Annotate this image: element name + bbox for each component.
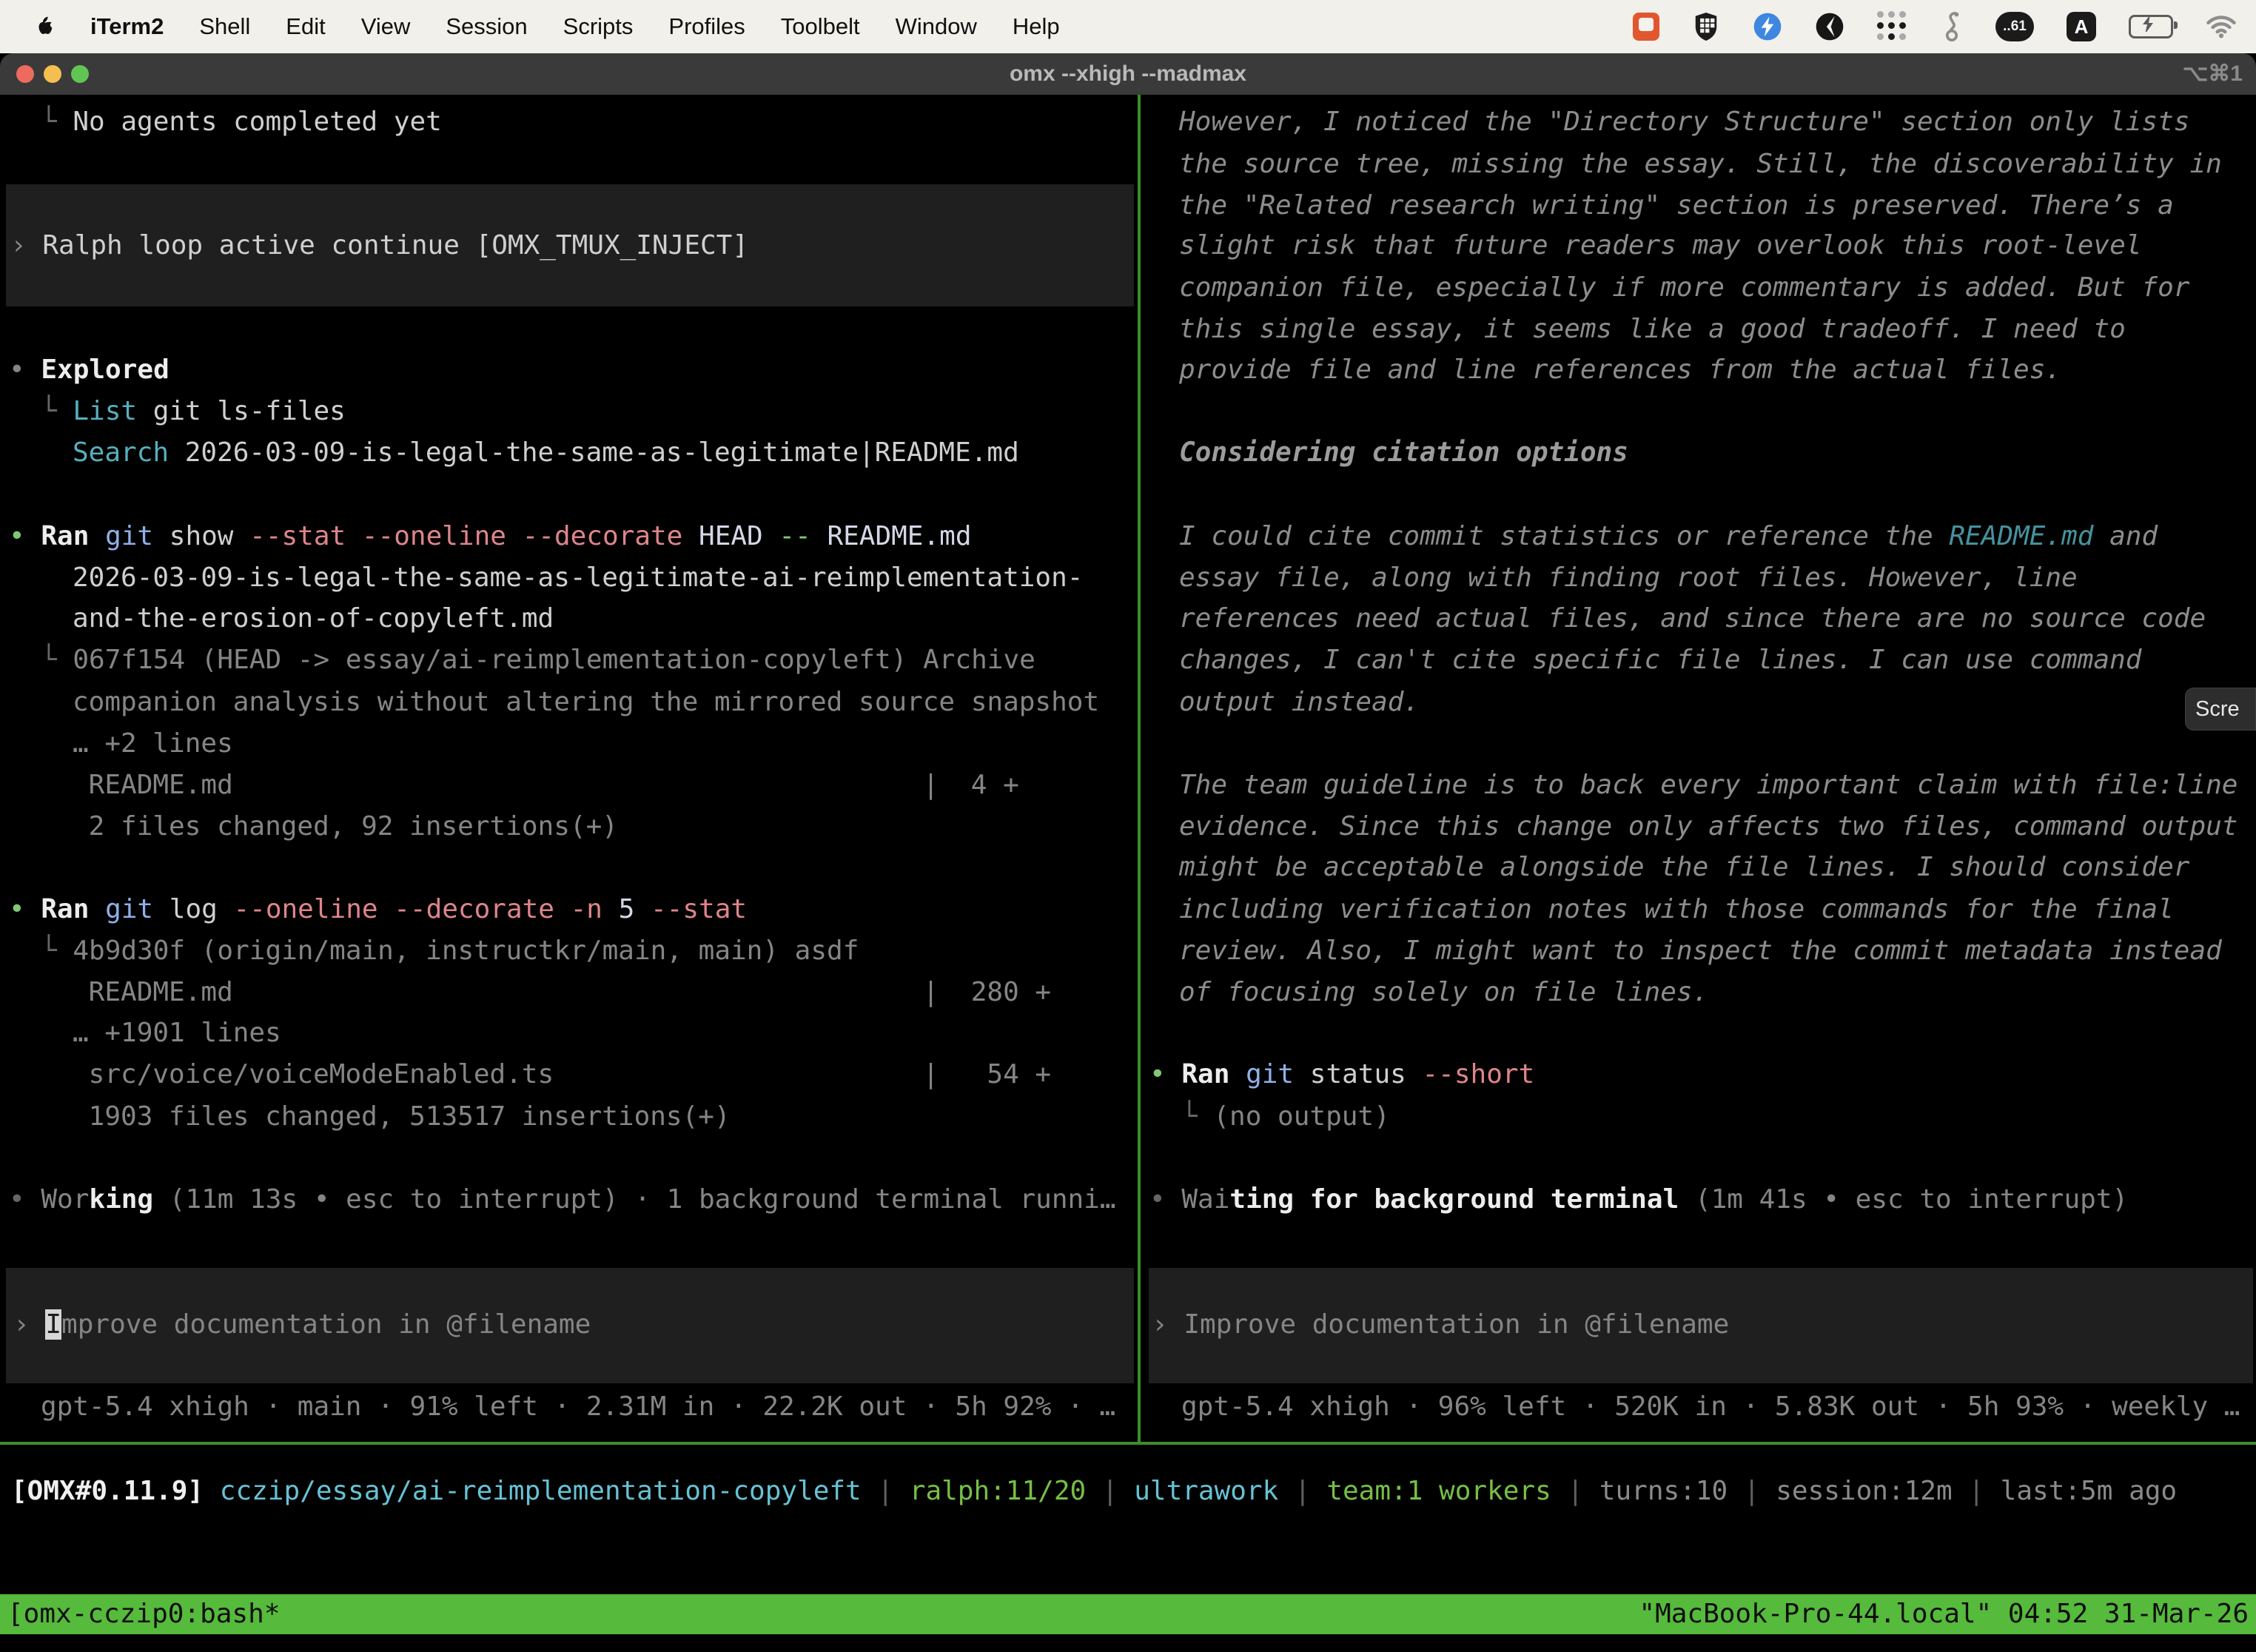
percent-badge[interactable]: ..61 bbox=[1995, 12, 2034, 41]
record-icon[interactable] bbox=[1815, 12, 1844, 41]
menu-items: iTerm2 Shell Edit View Session Scripts Profile… bbox=[55, 13, 1060, 40]
macos-menu-bar: iTerm2 Shell Edit View Session Scripts Profile… bbox=[0, 0, 2256, 53]
input-source-badge[interactable]: A bbox=[2067, 12, 2096, 41]
ran-command: • Ran git show --stat --oneline --decora… bbox=[9, 516, 972, 557]
menu-view[interactable]: View bbox=[361, 13, 411, 40]
thinking-text: However, I noticed the "Directory Struct… bbox=[1179, 101, 2189, 143]
apple-menu-icon[interactable] bbox=[33, 13, 55, 40]
thinking-text: evidence. Since this change only affects… bbox=[1179, 806, 2237, 847]
command-output: └ (no output) bbox=[1181, 1096, 1390, 1138]
command-output: … +1901 lines bbox=[73, 1013, 281, 1054]
screen-share-overlay[interactable]: Scre bbox=[2185, 688, 2256, 731]
menu-scripts[interactable]: Scripts bbox=[563, 13, 634, 40]
thinking-text: output instead. bbox=[1179, 682, 1420, 723]
battery-icon[interactable] bbox=[2129, 15, 2173, 38]
hook-icon[interactable] bbox=[1941, 10, 1963, 43]
prompt-input: › Improve documentation in @filename bbox=[13, 1304, 591, 1346]
thinking-text: provide file and line references from th… bbox=[1179, 349, 2061, 391]
minimize-button[interactable] bbox=[44, 65, 61, 83]
command-arg-wrap: and-the-erosion-of-copyleft.md bbox=[73, 598, 554, 639]
screen-share-overlay-label: Scre bbox=[2195, 688, 2240, 730]
history-entry: › Ralph loop active continue [OMX_TMUX_I… bbox=[10, 225, 748, 266]
tmux-host-clock: "MacBook-Pro-44.local" 04:52 31-Mar-26 bbox=[1639, 1594, 2249, 1635]
waiting-status: • Waiting for background terminal (1m 41… bbox=[1149, 1179, 2128, 1220]
menu-edit[interactable]: Edit bbox=[286, 13, 325, 40]
thinking-text: the "Related research writing" section i… bbox=[1179, 185, 2174, 226]
chat-icon[interactable] bbox=[1633, 13, 1659, 41]
thinking-heading: Considering citation options bbox=[1179, 432, 1628, 474]
window-title-bar: omx --xhigh --madmax ⌥⌘1 bbox=[0, 53, 2256, 95]
tmux-session-label: [omx-cczip0:bash* bbox=[7, 1594, 280, 1635]
status-line: gpt-5.4 xhigh · 96% left · 520K in · 5.8… bbox=[1181, 1386, 2240, 1428]
tmux-status-bar: [omx-cczip0:bash* "MacBook-Pro-44.local"… bbox=[0, 1594, 2256, 1634]
prompt-input: › Improve documentation in @filename bbox=[1152, 1304, 1729, 1346]
command-output: src/voice/voiceModeEnabled.ts | 54 + bbox=[73, 1054, 1051, 1095]
thinking-text: review. Also, I might want to inspect th… bbox=[1179, 930, 2222, 972]
command-output: 2 files changed, 92 insertions(+) bbox=[73, 806, 618, 847]
menu-window[interactable]: Window bbox=[896, 13, 977, 40]
terminal-content: └ No agents completed yet › Ralph loop ac… bbox=[0, 95, 2256, 1652]
wifi-icon[interactable] bbox=[2206, 14, 2237, 39]
command-output: companion analysis without altering the … bbox=[73, 682, 1099, 723]
window-shortcut-hint: ⌥⌘1 bbox=[2183, 53, 2243, 95]
command-arg-wrap: 2026-03-09-is-legal-the-same-as-legitima… bbox=[73, 557, 1083, 599]
close-button[interactable] bbox=[16, 65, 34, 83]
command-output: └ 067f154 (HEAD -> essay/ai-reimplementa… bbox=[41, 639, 1035, 681]
explored-detail: └ List git ls-files bbox=[41, 391, 346, 432]
omx-status-line: [OMX#0.11.9] cczip/essay/ai-reimplementa… bbox=[11, 1471, 2177, 1512]
thinking-text: of focusing solely on file lines. bbox=[1179, 972, 1708, 1013]
zoom-button[interactable] bbox=[71, 65, 89, 83]
window-title: omx --xhigh --madmax bbox=[1010, 53, 1246, 95]
working-status: • Working (11m 13s • esc to interrupt) ·… bbox=[9, 1179, 1116, 1220]
menu-profiles[interactable]: Profiles bbox=[668, 13, 745, 40]
command-output: README.md | 280 + bbox=[73, 972, 1051, 1013]
thinking-text: might be acceptable alongside the file l… bbox=[1179, 847, 2189, 888]
shield-icon[interactable] bbox=[1692, 11, 1720, 42]
thinking-text: this single essay, it seems like a good … bbox=[1179, 309, 2126, 350]
menubar-status-icons: ..61 A bbox=[1633, 10, 2237, 43]
ran-command: • Ran git status --short bbox=[1149, 1054, 1534, 1095]
menu-help[interactable]: Help bbox=[1013, 13, 1060, 40]
thinking-text: the source tree, missing the essay. Stil… bbox=[1179, 144, 2222, 185]
pane-divider-horizontal bbox=[0, 1442, 2256, 1445]
thinking-text: essay file, along with finding root file… bbox=[1179, 557, 2078, 599]
scrollback-line: └ No agents completed yet bbox=[41, 101, 442, 143]
spark-badge-icon[interactable] bbox=[1753, 12, 1782, 41]
thinking-text: slight risk that future readers may over… bbox=[1179, 225, 2141, 266]
ran-command: • Ran git log --oneline --decorate -n 5 … bbox=[9, 889, 747, 930]
menu-iterm2[interactable]: iTerm2 bbox=[90, 13, 164, 40]
command-output: README.md | 4 + bbox=[73, 765, 1019, 806]
explored-header: • Explored bbox=[9, 349, 169, 391]
thinking-text: I could cite commit statistics or refere… bbox=[1179, 516, 2158, 557]
dots-grid-icon[interactable] bbox=[1877, 11, 1908, 42]
thinking-text: The team guideline is to back every impo… bbox=[1179, 765, 2237, 806]
command-output: 1903 files changed, 513517 insertions(+) bbox=[73, 1096, 731, 1138]
thinking-text: references need actual files, and since … bbox=[1179, 598, 2206, 639]
status-line: gpt-5.4 xhigh · main · 91% left · 2.31M … bbox=[41, 1386, 1115, 1428]
traffic-lights bbox=[16, 65, 89, 83]
pane-divider-vertical[interactable] bbox=[1138, 95, 1141, 1443]
menu-toolbelt[interactable]: Toolbelt bbox=[781, 13, 860, 40]
thinking-text: changes, I can't cite specific file line… bbox=[1179, 639, 2141, 681]
command-output: └ 4b9d30f (origin/main, instructkr/main,… bbox=[41, 930, 859, 972]
thinking-text: including verification notes with those … bbox=[1179, 889, 2174, 930]
menu-shell[interactable]: Shell bbox=[199, 13, 250, 40]
command-output: … +2 lines bbox=[73, 723, 233, 765]
explored-detail: Search 2026-03-09-is-legal-the-same-as-l… bbox=[73, 432, 1019, 474]
thinking-text: companion file, especially if more comme… bbox=[1179, 267, 2189, 309]
menu-session[interactable]: Session bbox=[446, 13, 527, 40]
